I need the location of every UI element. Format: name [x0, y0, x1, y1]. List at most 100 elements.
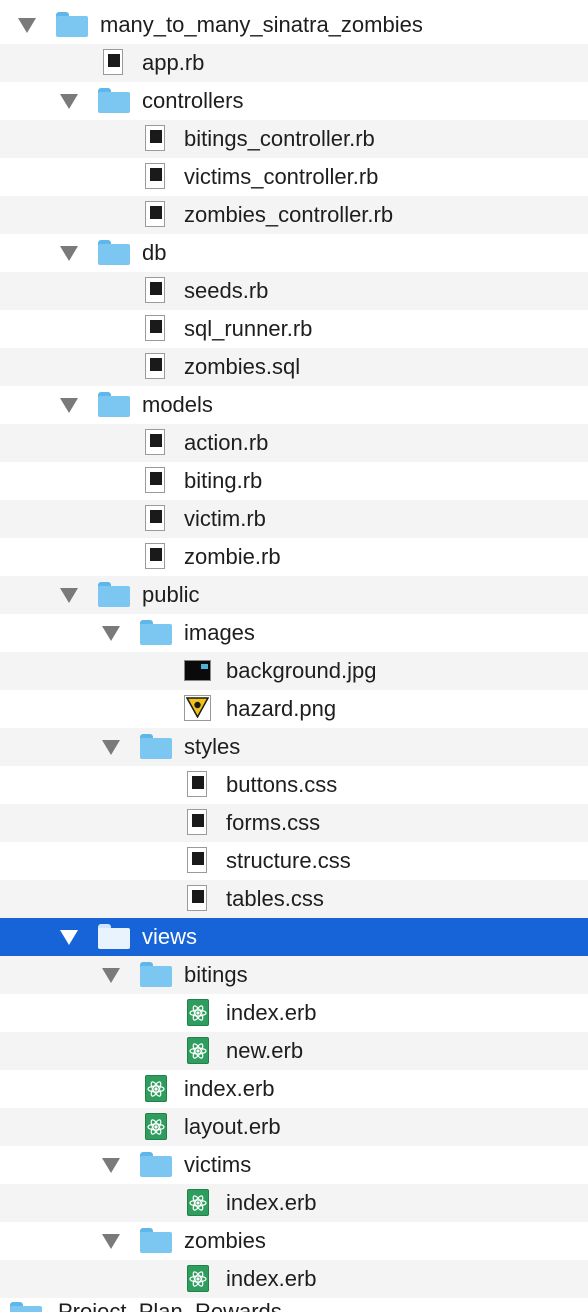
tree-file-row[interactable]: background.jpg — [0, 652, 588, 690]
folder-body — [98, 586, 130, 607]
tree-folder-row[interactable]: many_to_many_sinatra_zombies — [0, 6, 588, 44]
folder-body — [140, 1156, 172, 1177]
file-glyph — [150, 510, 162, 523]
tree-file-row[interactable]: biting.rb — [0, 462, 588, 500]
atom-glyph — [189, 1195, 207, 1211]
tree-file-row[interactable]: forms.css — [0, 804, 588, 842]
disclosure-arrow-icon[interactable] — [102, 626, 120, 641]
tree-file-row[interactable]: action.rb — [0, 424, 588, 462]
tree-item-label: index.erb — [184, 1076, 275, 1101]
ruby-file-icon — [145, 201, 166, 228]
file-glyph — [150, 168, 162, 181]
tree-file-row[interactable]: zombies_controller.rb — [0, 196, 588, 234]
file-glyph — [150, 206, 162, 219]
tree-item-label: forms.css — [226, 810, 321, 835]
hazard-image-icon — [184, 695, 211, 722]
file-glyph — [150, 320, 162, 333]
disclosure-arrow-icon[interactable] — [60, 246, 78, 261]
tree-item-label: db — [142, 240, 167, 265]
file-page — [103, 49, 123, 75]
tree-file-row[interactable]: index.erb — [0, 1260, 588, 1298]
tree-item-label: models — [142, 392, 213, 417]
folder-icon — [98, 582, 130, 608]
folder-icon — [140, 1152, 172, 1178]
tree-file-row[interactable]: structure.css — [0, 842, 588, 880]
tree-folder-row[interactable]: controllers — [0, 82, 588, 120]
tree-file-row[interactable]: index.erb — [0, 994, 588, 1032]
disclosure-arrow-icon[interactable] — [60, 930, 78, 945]
tree-item-partial[interactable]: Project_Plan_Rewards — [0, 1298, 588, 1312]
atom-glyph — [147, 1081, 165, 1097]
tree-folder-row[interactable]: styles — [0, 728, 588, 766]
file-tree: many_to_many_sinatra_zombies app.rb contro… — [0, 6, 588, 1298]
tree-item-label: zombies.sql — [184, 354, 301, 379]
ruby-file-icon — [145, 125, 166, 152]
tree-folder-row[interactable]: victims — [0, 1146, 588, 1184]
css-file-icon — [187, 809, 208, 836]
folder-body — [98, 92, 130, 113]
disclosure-arrow-icon[interactable] — [60, 588, 78, 603]
erb-file-icon — [187, 1189, 211, 1217]
tree-folder-row[interactable]: public — [0, 576, 588, 614]
tree-file-row[interactable]: tables.css — [0, 880, 588, 918]
disclosure-arrow-icon[interactable] — [18, 18, 36, 33]
file-glyph — [150, 282, 162, 295]
tree-file-row[interactable]: hazard.png — [0, 690, 588, 728]
disclosure-arrow-icon[interactable] — [60, 94, 78, 109]
tree-file-row[interactable]: index.erb — [0, 1070, 588, 1108]
tree-item-label: victims — [184, 1152, 252, 1177]
disclosure-arrow-icon[interactable] — [102, 1158, 120, 1173]
folder-icon — [98, 924, 130, 950]
image-thumbnail — [184, 660, 211, 681]
tree-file-row[interactable]: seeds.rb — [0, 272, 588, 310]
tree-folder-row[interactable]: zombies — [0, 1222, 588, 1260]
tree-folder-row[interactable]: bitings — [0, 956, 588, 994]
file-glyph — [192, 776, 204, 789]
disclosure-arrow-icon[interactable] — [102, 1234, 120, 1249]
tree-folder-row[interactable]: db — [0, 234, 588, 272]
css-file-icon — [187, 885, 208, 912]
disclosure-arrow-icon[interactable] — [102, 740, 120, 755]
tree-folder-row[interactable]: models — [0, 386, 588, 424]
tree-item-label: public — [142, 582, 200, 607]
atom-glyph — [189, 1271, 207, 1287]
tree-file-row[interactable]: victim.rb — [0, 500, 588, 538]
tree-file-row[interactable]: bitings_controller.rb — [0, 120, 588, 158]
tree-file-row[interactable]: zombies.sql — [0, 348, 588, 386]
folder-icon — [10, 1302, 42, 1312]
tree-item-label: tables.css — [226, 886, 324, 911]
tree-file-row[interactable]: zombie.rb — [0, 538, 588, 576]
folder-body — [56, 16, 88, 37]
atom-glyph — [147, 1119, 165, 1135]
file-page — [145, 315, 165, 341]
tree-item-label: hazard.png — [226, 696, 337, 721]
tree-item-label: layout.erb — [184, 1114, 281, 1139]
tree-file-row[interactable]: app.rb — [0, 44, 588, 82]
tree-folder-row[interactable]: images — [0, 614, 588, 652]
file-glyph — [150, 472, 162, 485]
erb-file-icon — [145, 1075, 169, 1103]
disclosure-arrow-icon[interactable] — [60, 398, 78, 413]
sql-file-icon — [145, 353, 166, 380]
ruby-file-icon — [145, 543, 166, 570]
atom-glyph — [189, 1043, 207, 1059]
tree-item-label: action.rb — [184, 430, 269, 455]
tree-file-row[interactable]: new.erb — [0, 1032, 588, 1070]
tree-file-row[interactable]: sql_runner.rb — [0, 310, 588, 348]
tree-item-label: index.erb — [226, 1190, 317, 1215]
disclosure-arrow-icon[interactable] — [102, 968, 120, 983]
folder-icon — [98, 240, 130, 266]
file-page — [145, 353, 165, 379]
tree-file-row[interactable]: index.erb — [0, 1184, 588, 1222]
tree-item-label: zombie.rb — [184, 544, 281, 569]
file-glyph — [150, 358, 162, 371]
tree-folder-row[interactable]: views — [0, 918, 588, 956]
folder-body — [98, 928, 130, 949]
folder-body — [98, 396, 130, 417]
tree-file-row[interactable]: buttons.css — [0, 766, 588, 804]
file-glyph — [192, 852, 204, 865]
ruby-file-icon — [145, 429, 166, 456]
tree-file-row[interactable]: victims_controller.rb — [0, 158, 588, 196]
tree-item-label: bitings — [184, 962, 248, 987]
tree-file-row[interactable]: layout.erb — [0, 1108, 588, 1146]
